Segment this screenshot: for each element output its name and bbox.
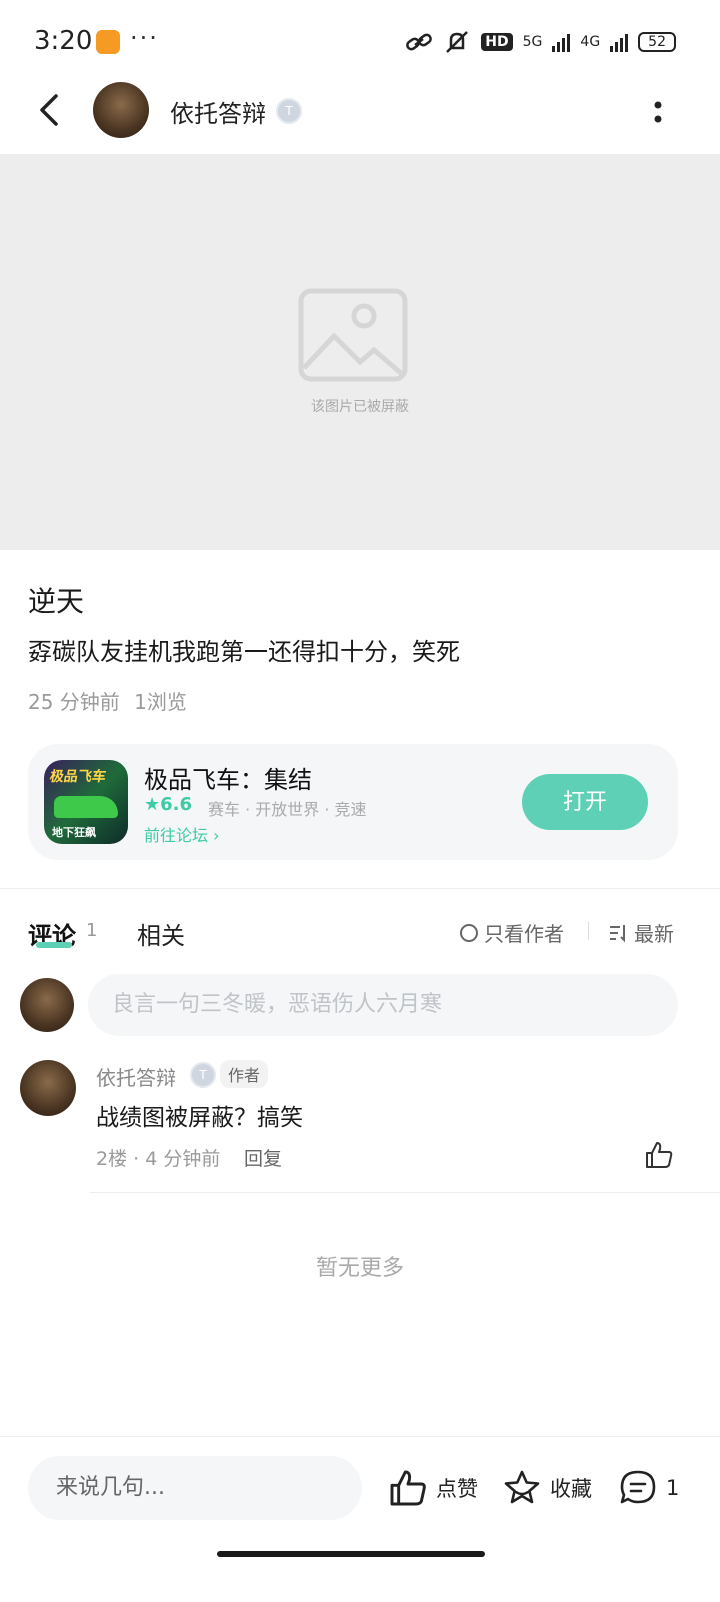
network-4g-label: 4G [580,34,601,50]
game-icon-title: 极品飞车 [48,769,108,785]
reply-button[interactable]: 回复 [244,1144,282,1171]
game-icon-subtitle: 地下狂飙 [52,826,96,839]
game-name[interactable]: 极品飞车：集结 [144,760,312,795]
status-time: 3:20 [34,26,93,56]
more-notifications-icon: ··· [130,24,159,52]
car-graphic [54,796,118,818]
commenter-level-badge: T [190,1062,216,1088]
signal-icon [552,32,571,52]
like-label: 点赞 [436,1477,478,1501]
hd-icon: HD [481,33,513,51]
comment-count: 1 [86,920,98,941]
radio-circle-icon [460,923,478,942]
link-icon [406,33,433,51]
author-avatar[interactable] [93,82,149,138]
game-icon[interactable]: 极品飞车 地下狂飙 [44,760,128,844]
filter-separator [588,922,589,940]
author-name[interactable]: 依托答辩 [170,94,266,129]
author-only-toggle[interactable]: 只看作者 [460,918,564,947]
game-rating: ★6.6 [144,794,193,815]
post-meta: 25 分钟前 1浏览 [28,686,187,715]
tab-related[interactable]: 相关 [137,916,185,951]
bottom-comment-input[interactable]: 来说几句... [28,1456,362,1520]
post-time: 25 分钟前 [28,690,120,714]
comment-bubble-icon [620,1470,656,1504]
network-5g-label: 5G [522,34,543,50]
commenter-avatar[interactable] [20,1060,76,1116]
sort-label: 最新 [634,922,674,946]
post-body: 孬碳队友挂机我跑第一还得扣十分，笑死 [28,638,460,666]
star-icon [504,1470,540,1504]
signal-icon [610,32,629,52]
sort-icon [610,924,625,942]
go-to-forum-link[interactable]: 前往论坛 › [144,822,220,846]
comment-meta: 2楼 · 4 分钟前 [96,1148,221,1170]
app-notification-icon [96,30,120,54]
tab-active-indicator [36,942,72,948]
back-arrow-icon[interactable] [34,92,70,128]
comments-count: 1 [666,1476,680,1500]
game-tags: 赛车 · 开放世界 · 竞速 [208,800,367,819]
open-game-button[interactable]: 打开 [522,774,648,830]
author-tag: 作者 [220,1060,269,1088]
sort-toggle[interactable]: 最新 [608,918,674,947]
author-only-label: 只看作者 [484,922,564,946]
post-title: 逆天 [28,585,85,618]
status-icons: HD 5G 4G 52 [405,30,676,54]
favorite-button[interactable]: 收藏 [502,1468,592,1508]
section-divider [0,888,720,889]
my-avatar [20,978,74,1032]
commenter-name[interactable]: 依托答辩 [96,1062,176,1091]
image-blocked-caption: 该图片已被屏蔽 [311,399,409,415]
user-level-badge: T [276,98,302,124]
home-indicator[interactable] [217,1551,485,1557]
comments-button[interactable]: 1 [618,1468,679,1508]
comment-input[interactable]: 良言一句三冬暖，恶语伤人六月寒 [88,974,678,1036]
like-button[interactable]: 点赞 [388,1468,478,1508]
battery-icon: 52 [638,32,676,52]
more-options-icon[interactable] [650,96,666,128]
post-views: 1浏览 [134,690,187,714]
comment-text: 战绩图被屏蔽？搞笑 [96,1105,303,1131]
comment-divider [90,1192,720,1193]
bottom-bar-divider [0,1436,720,1437]
image-blocked-icon [298,288,408,382]
mute-icon [446,31,469,53]
no-more-text: 暂无更多 [315,1256,404,1281]
thumbs-up-icon[interactable] [644,1140,674,1170]
favorite-label: 收藏 [550,1477,592,1501]
thumbs-up-icon [390,1470,426,1506]
